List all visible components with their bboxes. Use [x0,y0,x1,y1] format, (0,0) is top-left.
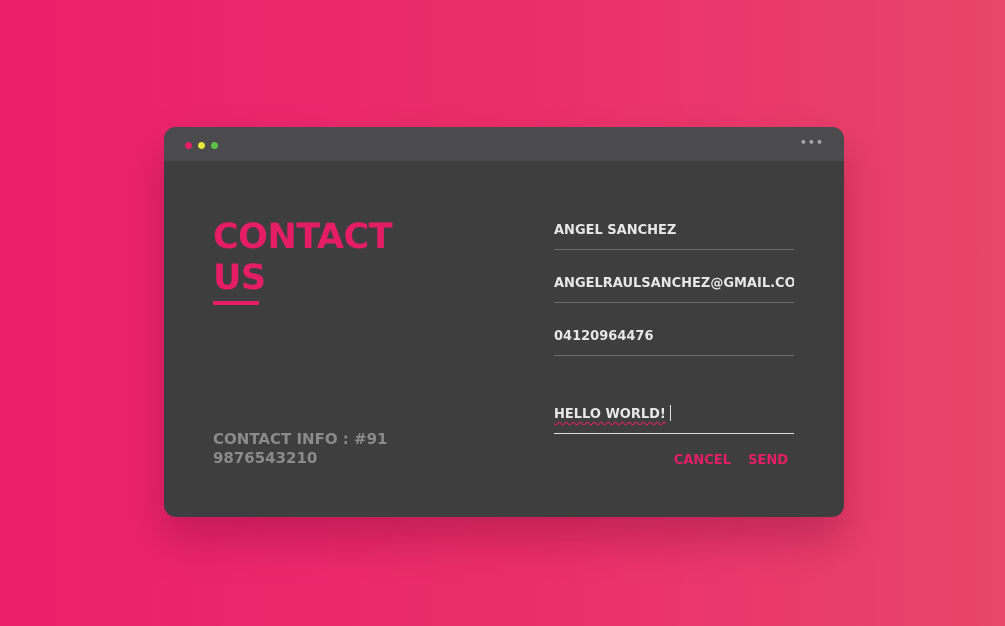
page-title: CONTACT US [213,217,393,299]
minimize-dot-icon[interactable] [198,142,205,149]
phone-field[interactable]: 04120964476 [554,327,794,356]
page-title-line-2: US [213,258,266,298]
page-title-line-1: CONTACT [213,217,393,257]
ellipsis-icon[interactable]: ••• [800,137,824,148]
form-actions: CANCEL SEND [662,449,788,468]
email-field[interactable]: ANGELRAULSANCHEZ@GMAIL.COM [554,274,794,303]
window-titlebar: ••• [164,127,844,161]
name-field[interactable]: ANGEL SANCHEZ [554,221,794,250]
text-caret [669,405,671,421]
cancel-button[interactable]: CANCEL [674,453,731,468]
maximize-dot-icon[interactable] [211,142,218,149]
send-button[interactable]: SEND [748,453,788,468]
message-field[interactable]: HELLO WORLD! [554,405,794,434]
contact-info-text: CONTACT INFO : #91 9876543210 [213,430,388,467]
contact-window: ••• CONTACT US CONTACT INFO : #91 987654… [164,127,844,517]
message-text: HELLO WORLD! [554,407,666,422]
close-dot-icon[interactable] [185,142,192,149]
title-underline [213,301,259,305]
